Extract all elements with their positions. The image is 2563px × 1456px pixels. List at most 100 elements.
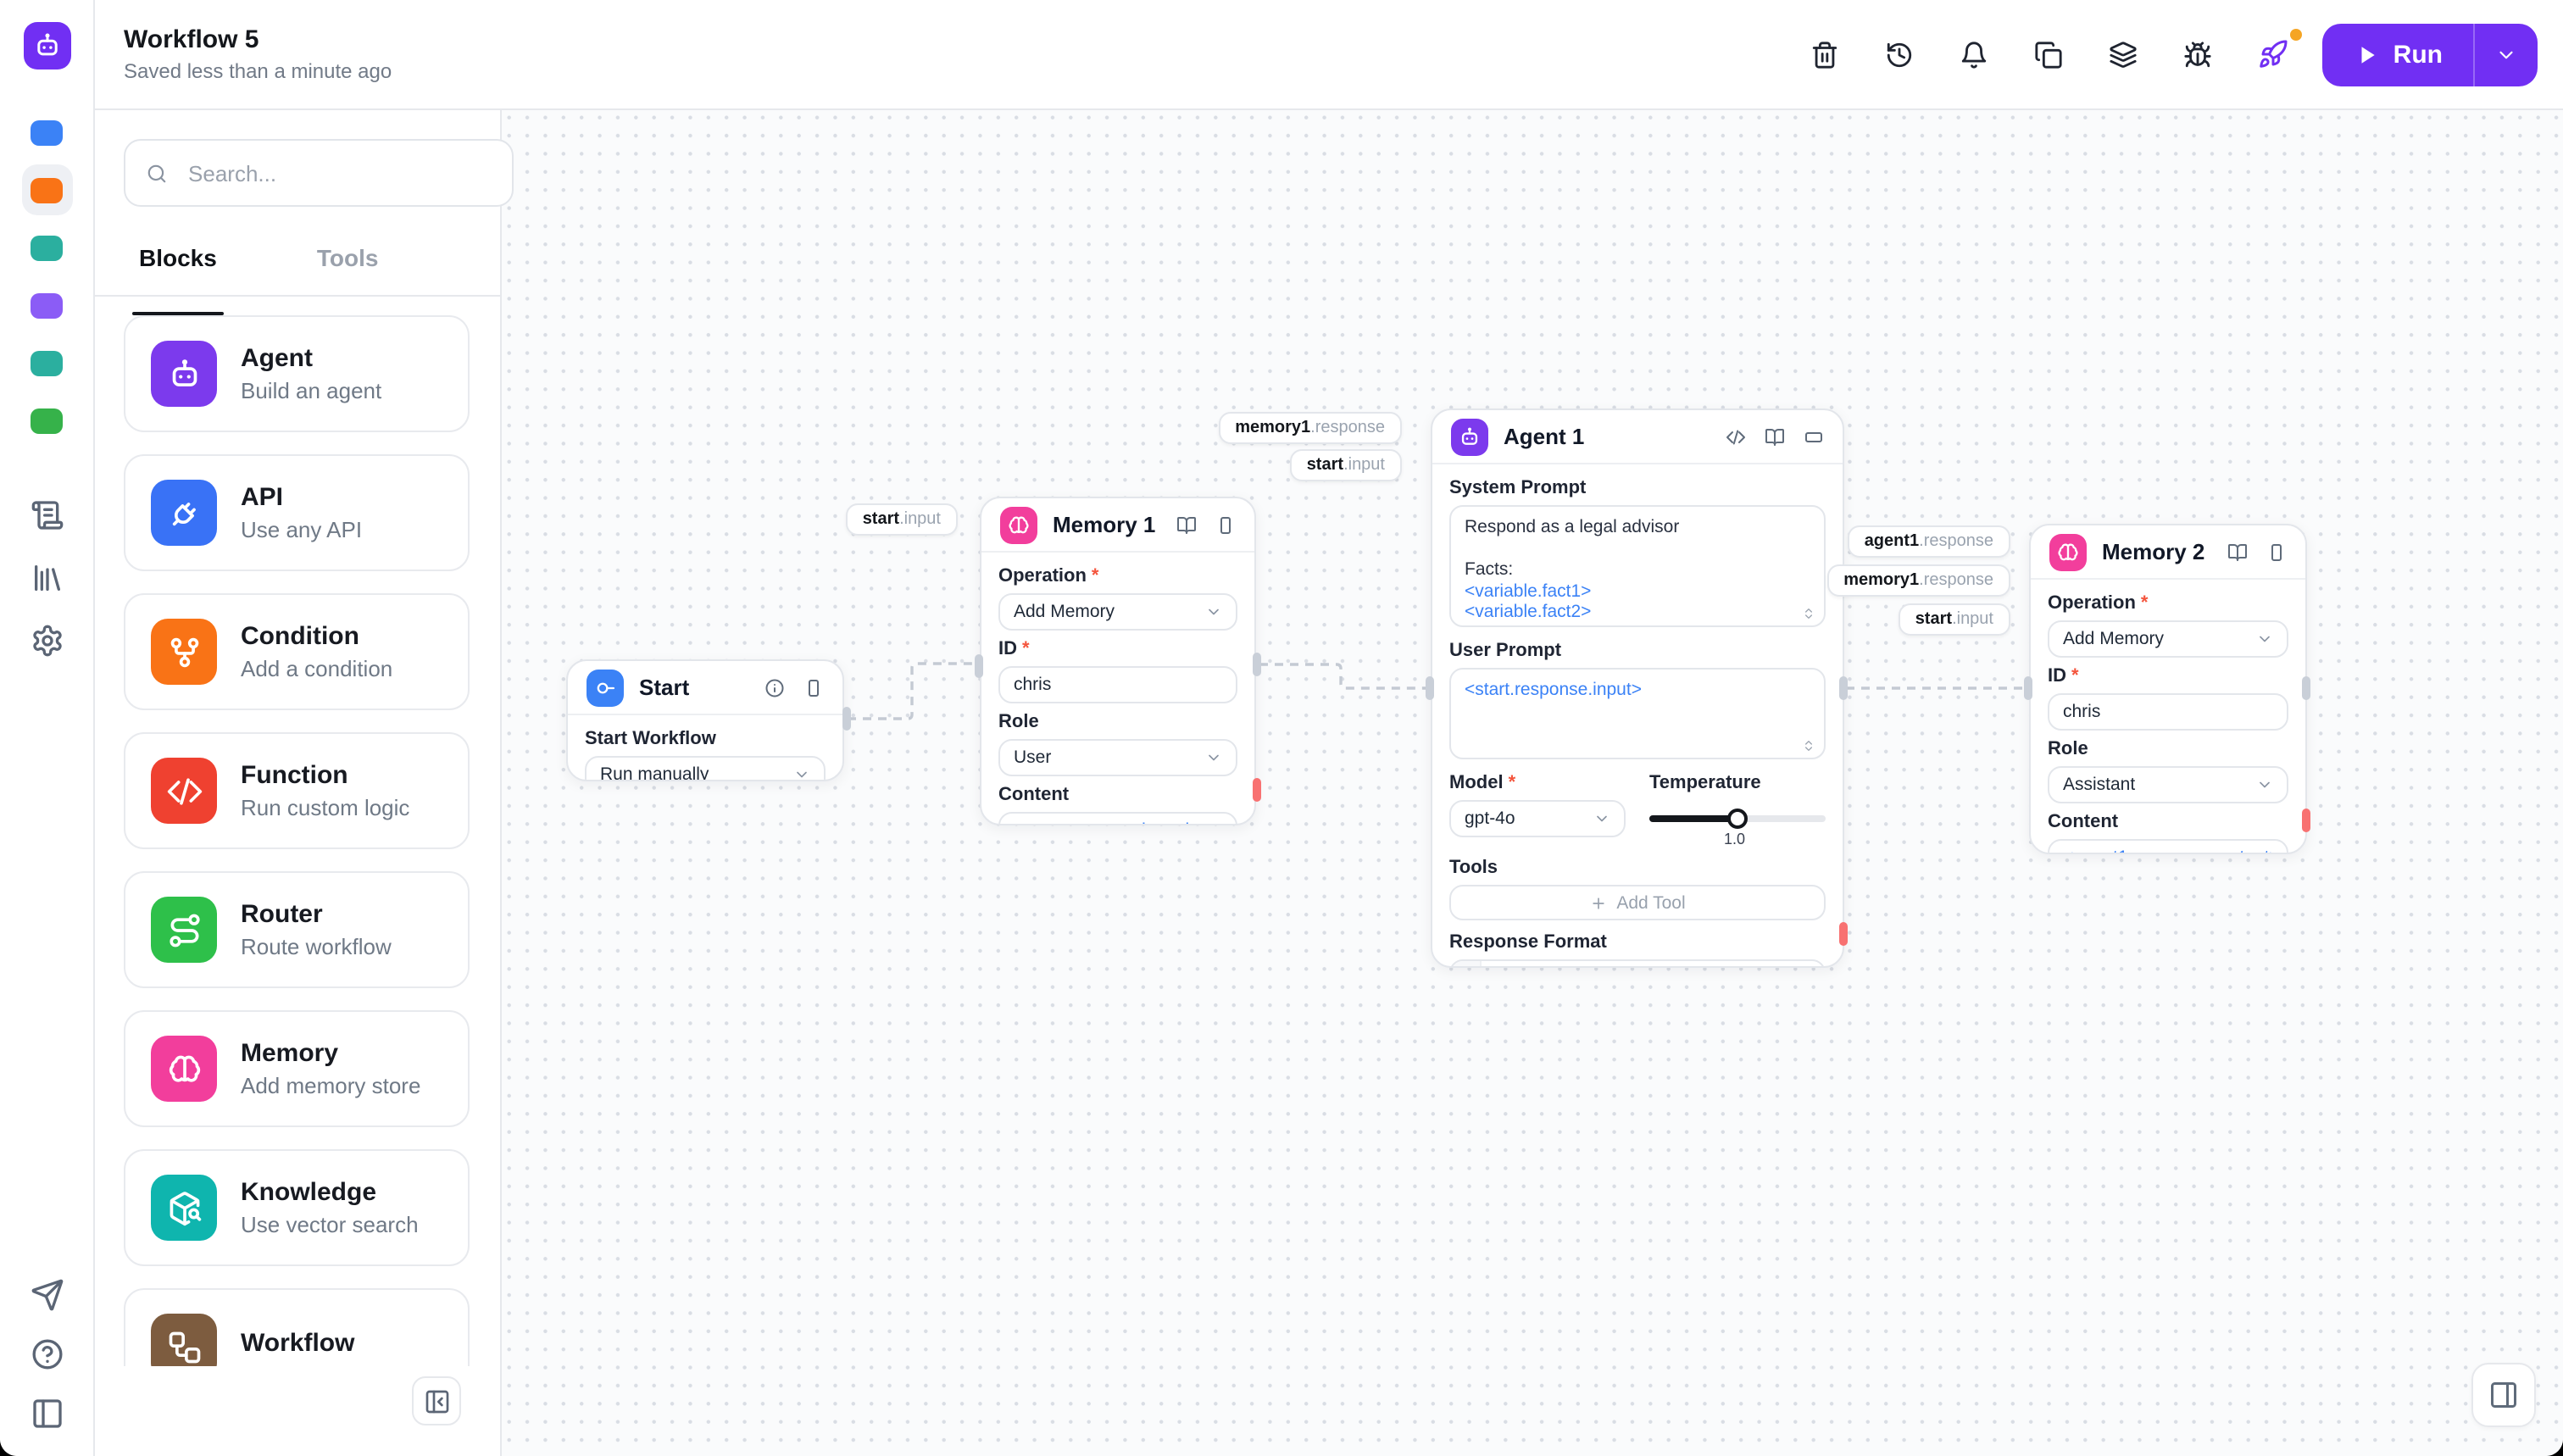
toggle-right-panel-button[interactable]: [2471, 1363, 2536, 1427]
workspace-chip-6[interactable]: [21, 395, 72, 446]
operation-select[interactable]: Add Memory: [998, 593, 1237, 631]
brain-icon: [151, 1036, 217, 1102]
workspace-switcher: [21, 107, 72, 446]
help-button[interactable]: [28, 1336, 65, 1373]
code-icon[interactable]: [1726, 426, 1746, 447]
memory1-error-handle[interactable]: [1253, 778, 1261, 802]
workspace-chip-3[interactable]: [21, 222, 72, 273]
node-title: Start: [639, 675, 690, 700]
block-card-agent[interactable]: Agent Build an agent: [124, 315, 470, 432]
block-card-workflow[interactable]: Workflow: [124, 1288, 470, 1366]
run-button[interactable]: Run: [2322, 23, 2473, 86]
app-logo: [23, 22, 70, 69]
rail-nav: [28, 497, 65, 659]
add-tool-button[interactable]: Add Tool: [1449, 885, 1826, 920]
chevron-down-icon: [1205, 603, 1222, 620]
history-icon: [1886, 40, 1915, 69]
node-start[interactable]: Start Start Workflow Run manually: [566, 659, 844, 781]
variables-button[interactable]: [2109, 39, 2139, 69]
tab-blocks[interactable]: Blocks: [132, 241, 224, 315]
workspace-chip-2[interactable]: [21, 164, 72, 215]
deploy-button[interactable]: [2258, 29, 2302, 69]
workspace-chip-4[interactable]: [21, 280, 72, 331]
search-input[interactable]: [185, 158, 492, 187]
agent1-input-handle[interactable]: [1426, 676, 1434, 700]
panel-portrait-icon[interactable]: [803, 677, 824, 697]
workflow-title-block: Workflow 5 Saved less than a minute ago: [124, 27, 392, 81]
node-agent1[interactable]: Agent 1 System Prompt Respond as a legal…: [1431, 408, 1844, 968]
book-open-icon[interactable]: [1176, 514, 1197, 535]
block-description: Add memory store: [241, 1073, 421, 1098]
agent1-error-handle[interactable]: [1839, 922, 1848, 946]
id-input[interactable]: chris: [998, 666, 1237, 703]
block-card-function[interactable]: Function Run custom logic: [124, 732, 470, 849]
node-title: Agent 1: [1504, 424, 1585, 449]
delete-workflow-button[interactable]: [1810, 39, 1841, 69]
knowledge-library-button[interactable]: [28, 559, 65, 597]
content-input[interactable]: <start.response.input.input>: [998, 812, 1237, 824]
node-title: Memory 2: [2102, 539, 2205, 564]
workspace-chip-5[interactable]: [21, 337, 72, 388]
system-prompt-textarea[interactable]: Respond as a legal advisor Facts: <variab…: [1449, 505, 1826, 627]
duplicate-button[interactable]: [2034, 39, 2065, 69]
panel-landscape-icon[interactable]: [1804, 426, 1824, 447]
system-prompt-line: <variable.fact2>: [1465, 602, 1592, 622]
settings-button[interactable]: [28, 622, 65, 659]
bell-icon: [1960, 40, 1989, 69]
block-description: Use vector search: [241, 1212, 419, 1237]
panel-portrait-icon[interactable]: [2266, 542, 2287, 562]
start-mode-select[interactable]: Run manually: [585, 756, 826, 780]
field-label: Content: [998, 785, 1070, 805]
slider-knob[interactable]: [1727, 809, 1748, 829]
workspace-chip-1[interactable]: [21, 107, 72, 158]
block-library-sidebar: Blocks Tools Agent Build an agent API Us…: [93, 108, 514, 1456]
node-memory1[interactable]: Memory 1 Operation * Add Memory ID * chris…: [980, 497, 1256, 825]
block-card-memory[interactable]: Memory Add memory store: [124, 1010, 470, 1127]
user-prompt-textarea[interactable]: <start.response.input>: [1449, 668, 1826, 759]
block-name: API: [241, 483, 284, 512]
history-button[interactable]: [1885, 39, 1915, 69]
block-card-api[interactable]: API Use any API: [124, 454, 470, 571]
edge-label: memory1 .response: [1218, 412, 1402, 444]
book-open-icon[interactable]: [1765, 426, 1785, 447]
role-select[interactable]: User: [998, 739, 1237, 776]
temperature-slider[interactable]: [1649, 809, 1826, 829]
info-icon[interactable]: [764, 677, 785, 697]
debug-button[interactable]: [2183, 39, 2214, 69]
block-card-knowledge[interactable]: Knowledge Use vector search: [124, 1149, 470, 1266]
edge-label: start .input: [845, 503, 958, 536]
role-select[interactable]: Assistant: [2048, 766, 2288, 803]
id-input[interactable]: chris: [2048, 693, 2288, 731]
block-card-router[interactable]: Router Route workflow: [124, 871, 470, 988]
tab-tools[interactable]: Tools: [314, 241, 382, 295]
node-memory2[interactable]: Memory 2 Operation * Add Memory ID * chris…: [2029, 524, 2307, 854]
block-card-condition[interactable]: Condition Add a condition: [124, 593, 470, 710]
memory2-output-handle[interactable]: [2302, 676, 2310, 700]
book-open-icon[interactable]: [2227, 542, 2248, 562]
toggle-panel-button[interactable]: [28, 1395, 65, 1432]
response-format-editor[interactable]: 1 Enter JSON schema...: [1449, 959, 1826, 966]
robot-icon: [1451, 418, 1488, 455]
field-label: Content: [2048, 812, 2119, 832]
logs-button[interactable]: [28, 497, 65, 534]
collapse-sidebar-button[interactable]: [412, 1376, 461, 1425]
send-icon: [30, 1278, 64, 1312]
agent1-output-handle[interactable]: [1839, 676, 1848, 700]
blocks-list: Agent Build an agent API Use any API Con…: [93, 315, 500, 1366]
memory2-error-handle[interactable]: [2302, 809, 2310, 832]
content-input[interactable]: <agent1.response.content>: [2048, 839, 2288, 853]
notifications-button[interactable]: [1960, 39, 1990, 69]
feedback-button[interactable]: [28, 1276, 65, 1314]
field-label: Model *: [1449, 773, 1516, 793]
memory2-input-handle[interactable]: [2024, 676, 2032, 700]
run-options-button[interactable]: [2475, 23, 2538, 86]
memory1-output-handle[interactable]: [1253, 653, 1261, 676]
operation-select[interactable]: Add Memory: [2048, 620, 2288, 658]
memory1-input-handle[interactable]: [975, 654, 983, 678]
model-select[interactable]: gpt-4o: [1449, 800, 1626, 837]
node-title: Memory 1: [1053, 512, 1156, 537]
panel-portrait-icon[interactable]: [1215, 514, 1236, 535]
chevron-down-icon: [2256, 631, 2273, 647]
block-name: Memory: [241, 1039, 339, 1068]
start-output-handle[interactable]: [842, 707, 851, 731]
